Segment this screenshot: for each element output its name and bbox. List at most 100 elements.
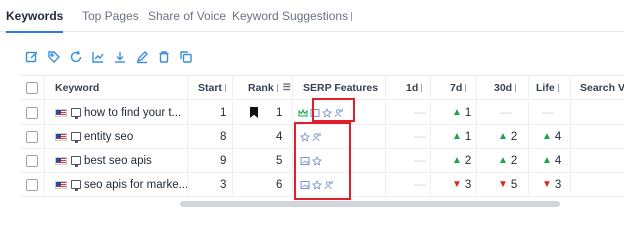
change-7d: ▼ 3 <box>452 173 471 196</box>
change-7d: ▲ 2 <box>452 149 471 172</box>
refresh-icon[interactable] <box>68 49 84 65</box>
rank-value: 1 <box>276 106 283 119</box>
arrow-down-icon: ▼ <box>498 179 508 190</box>
change-7d-value: 3 <box>464 178 472 191</box>
arrow-up-icon: ▲ <box>452 155 462 166</box>
horizontal-scrollbar[interactable] <box>180 201 560 207</box>
info-icon <box>557 83 559 92</box>
info-icon <box>351 11 353 21</box>
us-flag-icon <box>55 108 67 117</box>
change-1d: — <box>414 154 426 167</box>
keyword-text[interactable]: seo apis for marke... <box>84 179 188 191</box>
change-30d-value: 5 <box>510 178 518 191</box>
change-7d-value: 2 <box>464 154 472 167</box>
col-keyword[interactable]: Keyword <box>55 76 99 99</box>
highlight-box <box>294 122 351 200</box>
info-icon <box>276 83 278 92</box>
keyword-cell: entity seo <box>55 125 133 148</box>
change-life-value: 3 <box>554 178 562 191</box>
change-30d: ▲ 2 <box>498 125 517 148</box>
highlight-box <box>312 98 355 122</box>
table-header: Keyword Start Rank ☰ SERP Features 1d 7d … <box>20 76 624 100</box>
arrow-down-icon: ▼ <box>542 179 552 190</box>
arrow-up-icon: ▲ <box>498 155 508 166</box>
change-life: ▲ 4 <box>542 125 561 148</box>
edit-icon[interactable] <box>24 49 40 65</box>
change-life-value: 4 <box>554 130 562 143</box>
sort-icon[interactable]: ☰ <box>283 82 291 93</box>
col-7d-label: 7d <box>450 81 463 94</box>
col-rank[interactable]: Rank ☰ <box>248 76 291 99</box>
col-serp-features[interactable]: SERP Features <box>303 76 378 99</box>
change-1d: — <box>414 130 426 143</box>
col-30d-label: 30d <box>494 81 513 94</box>
change-30d: — <box>500 106 512 119</box>
tab-bar: Keywords Top Pages Share of Voice Keywor… <box>0 0 624 33</box>
copy-icon[interactable] <box>178 49 194 65</box>
desktop-icon <box>71 156 81 167</box>
col-life-label: Life <box>536 81 555 94</box>
change-7d-value: 1 <box>464 130 472 143</box>
start-value: 8 <box>220 130 227 143</box>
keyword-text[interactable]: best seo apis <box>84 155 152 167</box>
select-all-checkbox[interactable] <box>26 81 38 94</box>
tab-keyword-suggestions[interactable]: Keyword Suggestions <box>232 0 353 32</box>
change-30d: ▼ 5 <box>498 173 517 196</box>
start-value: 1 <box>220 106 227 119</box>
keyword-cell: best seo apis <box>55 149 152 172</box>
change-1d: — <box>414 178 426 191</box>
col-life[interactable]: Life <box>536 76 559 99</box>
tab-top-pages[interactable]: Top Pages <box>82 0 139 32</box>
row-checkbox[interactable] <box>26 106 38 119</box>
tab-keyword-suggestions-label: Keyword Suggestions <box>232 8 349 23</box>
col-search-volume[interactable]: Search Vol <box>580 76 624 99</box>
col-30d[interactable]: 30d <box>494 76 517 99</box>
col-rank-label: Rank <box>248 81 274 94</box>
desktop-icon <box>71 180 81 191</box>
us-flag-icon <box>55 180 67 189</box>
bookmark-icon <box>250 107 258 118</box>
change-30d-value: 2 <box>510 130 518 143</box>
start-value: 9 <box>220 154 227 167</box>
info-icon <box>224 83 226 92</box>
us-flag-icon <box>55 132 67 141</box>
col-start-label: Start <box>198 81 222 94</box>
change-life: — <box>542 106 554 119</box>
info-icon <box>421 83 423 92</box>
col-7d[interactable]: 7d <box>450 76 467 99</box>
arrow-up-icon: ▲ <box>498 131 508 142</box>
download-icon[interactable] <box>112 49 128 65</box>
rank-cell: 1 <box>250 101 282 124</box>
change-7d-value: 1 <box>464 106 472 119</box>
keyword-cell: how to find your t... <box>55 101 181 124</box>
tab-share-of-voice[interactable]: Share of Voice <box>148 0 226 32</box>
row-checkbox[interactable] <box>26 154 38 167</box>
row-checkbox[interactable] <box>26 130 38 143</box>
info-icon <box>465 83 467 92</box>
change-7d: ▲ 1 <box>452 101 471 124</box>
keyword-cell: seo apis for marke... <box>55 173 188 196</box>
pencil-icon[interactable] <box>134 49 150 65</box>
change-1d: — <box>414 106 426 119</box>
arrow-up-icon: ▲ <box>542 131 552 142</box>
arrow-down-icon: ▼ <box>452 179 462 190</box>
tag-icon[interactable] <box>46 49 62 65</box>
rank-value: 6 <box>276 178 283 191</box>
change-life: ▲ 4 <box>542 149 561 172</box>
col-1d[interactable]: 1d <box>406 76 423 99</box>
col-start[interactable]: Start <box>198 76 226 99</box>
keyword-text[interactable]: entity seo <box>84 131 133 143</box>
chart-icon[interactable] <box>90 49 106 65</box>
trash-icon[interactable] <box>156 49 172 65</box>
bulk-action-toolbar <box>24 48 200 66</box>
change-30d: ▲ 2 <box>498 149 517 172</box>
arrow-up-icon: ▲ <box>452 131 462 142</box>
start-value: 3 <box>220 178 227 191</box>
row-checkbox[interactable] <box>26 178 38 191</box>
info-icon <box>515 83 517 92</box>
crown-icon <box>298 108 308 116</box>
desktop-icon <box>71 132 81 143</box>
arrow-up-icon: ▲ <box>542 155 552 166</box>
tab-keywords[interactable]: Keywords <box>6 0 64 33</box>
keyword-text[interactable]: how to find your t... <box>84 107 181 119</box>
